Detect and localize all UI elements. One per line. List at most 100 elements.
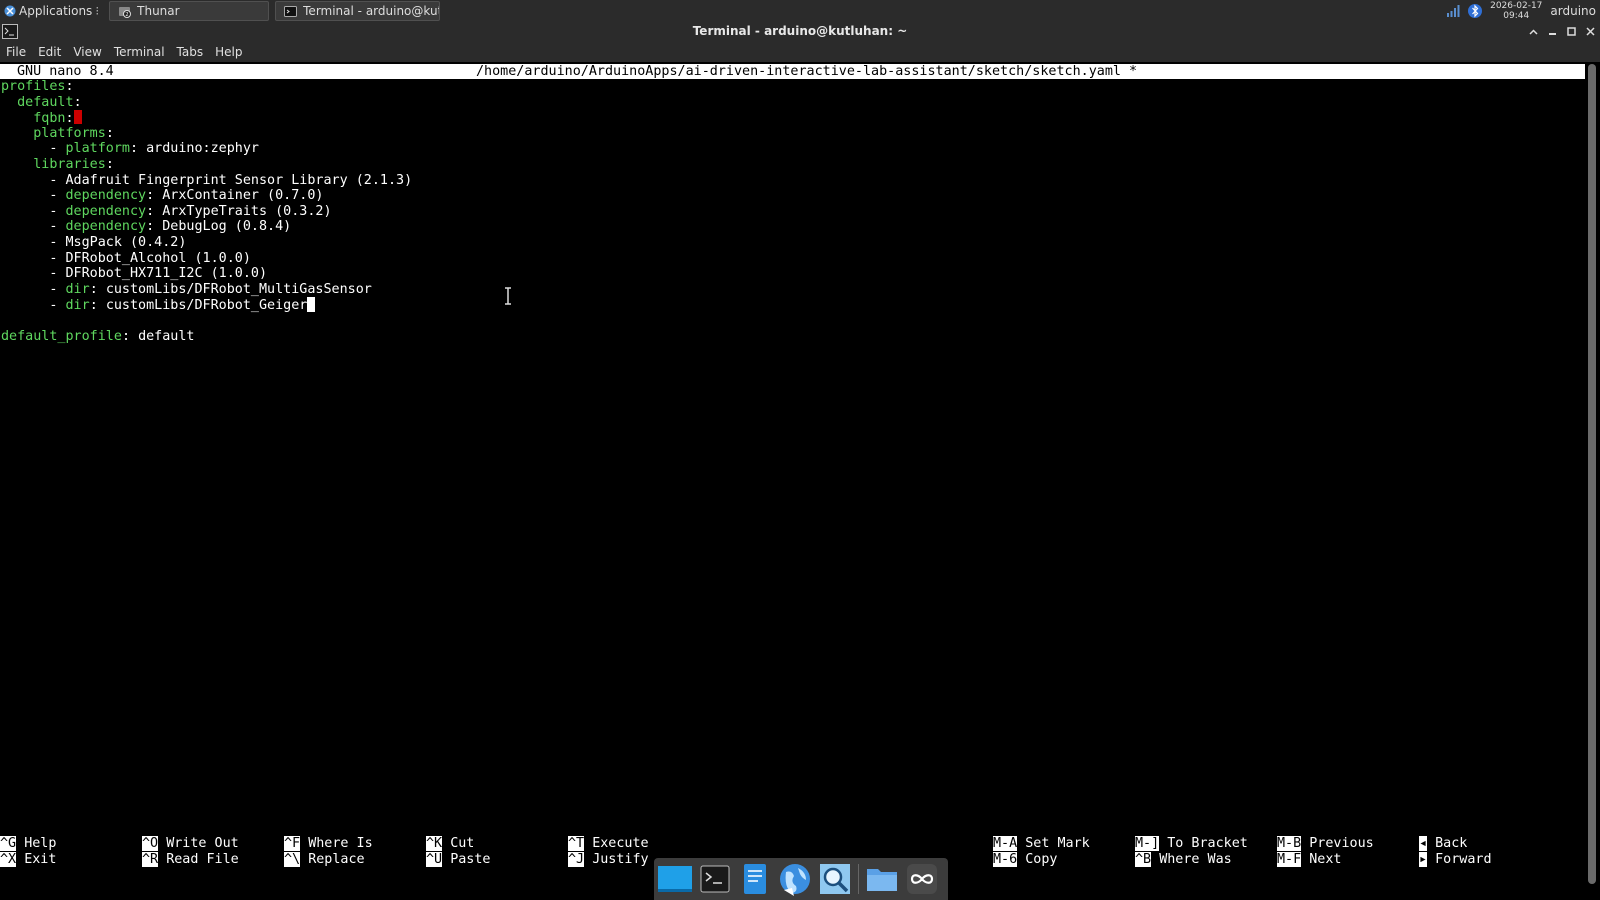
editor-line: - DFRobot_Alcohol (1.0.0) [1,251,251,267]
shortcut-key: ^B [1135,852,1152,867]
list-dash: - [49,188,66,204]
shortcut-label: Back [1435,836,1468,851]
shortcut-group: ^F Where Is ^\ Replace [284,836,373,868]
yaml-separator: : [146,188,163,204]
shortcut-item[interactable]: ^\ Replace [284,852,373,868]
web-browser-icon [780,864,810,896]
dock-item-terminal[interactable] [698,862,732,896]
maximize-button[interactable] [1564,24,1579,39]
shortcut-item[interactable]: ◂ Back [1419,836,1492,852]
yaml-separator: : [65,79,74,94]
shortcut-item[interactable]: ^T Execute [568,836,649,852]
shortcut-key: ^O [142,836,159,851]
shortcut-key: ^R [142,852,159,867]
editor-line: - dependency: ArxContainer (0.7.0) [1,188,323,204]
desktop-icon [658,866,692,892]
shortcut-label: Next [1309,852,1342,867]
shortcut-label: Paste [450,852,491,867]
menu-edit[interactable]: Edit [32,42,67,62]
network-signal-icon[interactable] [1446,5,1460,17]
shortcut-key: M-] [1135,836,1160,851]
shortcut-item[interactable]: ^J Justify [568,852,649,868]
shortcut-key: ◂ [1419,836,1428,851]
yaml-separator: : [89,298,106,314]
shade-button[interactable] [1526,24,1541,39]
close-button[interactable] [1583,24,1598,39]
applications-menu[interactable]: Applications ⁝ [0,0,103,22]
shortcut-item[interactable]: M-F Next [1277,852,1374,868]
terminal-area[interactable]: GNU nano 8.4 /home/arduino/ArduinoApps/a… [0,62,1585,900]
shortcut-item[interactable]: ^R Read File [142,852,239,868]
yaml-key: dir [65,281,90,297]
yaml-value: customLibs/DFRobot_Geiger [105,298,308,314]
window-titlebar[interactable]: Terminal - arduino@kutluhan: ~ [0,22,1600,42]
yaml-key: libraries [33,157,106,172]
window-title: Terminal - arduino@kutluhan: ~ [692,24,908,38]
minimize-button[interactable] [1545,24,1560,39]
dock-separator [858,864,859,894]
yaml-value: DFRobot_HX711_I2C (1.0.0) [65,266,268,282]
shortcut-item[interactable]: ▸ Forward [1419,852,1492,868]
shortcut-item[interactable]: M-A Set Mark [993,836,1090,852]
shortcut-item[interactable]: M-B Previous [1277,836,1374,852]
shortcut-label: To Bracket [1167,836,1248,851]
shortcut-label: Help [24,836,57,851]
shortcut-item[interactable]: ^O Write Out [142,836,239,852]
shortcut-item[interactable]: M-6 Copy [993,852,1090,868]
list-dash: - [49,266,66,282]
taskbar-button-thunar[interactable]: 2 Thunar [109,1,270,21]
shortcut-item[interactable]: ^K Cut [426,836,491,852]
yaml-value: customLibs/DFRobot_MultiGasSensor [105,281,372,297]
menu-terminal[interactable]: Terminal [108,42,171,62]
yaml-value: MsgPack (0.4.2) [65,235,187,250]
dock-item-browser[interactable] [778,862,812,896]
shortcut-label: Where Is [308,836,373,851]
shortcut-item[interactable]: ^F Where Is [284,836,373,852]
terminal-scrollbar[interactable] [1588,64,1596,884]
menu-file[interactable]: File [0,42,32,62]
shortcut-label: Execute [592,836,649,851]
dock-item-desktop[interactable] [658,862,692,896]
shortcut-key: ^G [0,836,17,851]
bluetooth-icon[interactable] [1468,3,1483,19]
dock-item-folder[interactable] [865,862,899,896]
clock[interactable]: 2026-02-17 09:44 [1490,1,1542,21]
shortcut-item[interactable]: ^G Help [0,836,56,852]
editor-line: - dir: customLibs/DFRobot_MultiGasSensor [1,281,372,298]
editor-line: - MsgPack (0.4.2) [1,235,186,251]
shortcut-item[interactable]: ^B Where Was [1135,852,1248,868]
dock-item-search[interactable] [818,862,852,896]
shortcut-key: ^X [0,852,17,867]
dock-item-files[interactable] [738,862,772,896]
shortcut-item[interactable]: ^U Paste [426,852,491,868]
yaml-value: DFRobot_Alcohol (1.0.0) [65,250,251,266]
shortcut-label: Where Was [1159,852,1232,867]
menu-help[interactable]: Help [209,42,248,62]
menu-view[interactable]: View [67,42,107,62]
shortcut-key: ^K [426,836,443,851]
yaml-separator: : [105,157,114,172]
shortcut-key: ^J [568,852,585,867]
folder-icon [867,869,897,891]
yaml-separator: : [105,125,114,141]
yaml-value: default [138,328,195,344]
shortcut-key: M-A [993,836,1018,851]
shortcut-label: Replace [308,852,365,867]
applications-label: Applications [19,4,93,18]
shortcut-label: Read File [166,852,239,867]
clock-time: 09:44 [1503,11,1530,21]
shortcut-group: M-B Previous M-F Next [1277,836,1374,868]
shortcut-group: ^T Execute ^J Justify [568,836,649,868]
dock-item-arduino[interactable] [905,862,939,896]
app-finder-icon [820,864,850,894]
scrollbar-thumb[interactable] [1588,64,1596,884]
user-menu[interactable]: arduino [1550,4,1596,18]
taskbar-button-terminal[interactable]: Terminal - arduino@kutl... [275,1,441,21]
shortcut-group: M-] To Bracket ^B Where Was [1135,836,1248,868]
shortcut-item[interactable]: ^X Exit [0,852,56,868]
list-dash: - [49,281,66,297]
list-dash: - [49,298,66,314]
menu-tabs[interactable]: Tabs [171,42,210,62]
shortcut-label: Copy [1025,852,1058,867]
shortcut-item[interactable]: M-] To Bracket [1135,836,1248,852]
